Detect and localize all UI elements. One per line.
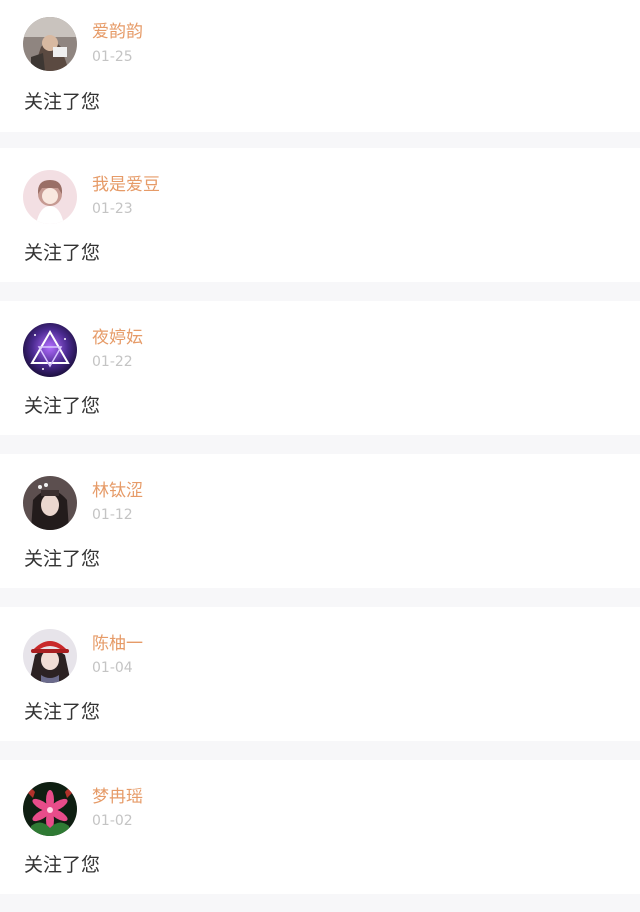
user-name[interactable]: 陈柚一 <box>92 633 143 655</box>
user-name[interactable]: 我是爱豆 <box>92 174 160 196</box>
notification-date: 01-12 <box>92 507 133 523</box>
notification-date: 01-04 <box>92 660 133 676</box>
user-avatar[interactable] <box>23 782 77 836</box>
notification-card[interactable]: 陈柚一 01-04 关注了您 <box>0 607 640 741</box>
notification-card[interactable]: 梦冉瑶 01-02 关注了您 <box>0 760 640 894</box>
notification-date: 01-23 <box>92 201 133 217</box>
notification-message: 关注了您 <box>24 242 101 264</box>
notification-date: 01-02 <box>92 813 133 829</box>
avatar-galaxy-triangle-icon <box>23 323 77 377</box>
avatar-girl-red-hat-icon <box>23 629 77 683</box>
avatar-anime-girl-pink-icon <box>23 170 77 224</box>
notification-message: 关注了您 <box>24 854 101 876</box>
notification-message: 关注了您 <box>24 395 101 417</box>
avatar-photo-girl-icon <box>23 17 77 71</box>
follow-notification-list: 爱韵韵 01-25 关注了您 我是爱豆 01-23 关注了您 夜婷妘 01-22… <box>0 0 640 894</box>
notification-card[interactable]: 爱韵韵 01-25 关注了您 <box>0 0 640 132</box>
notification-date: 01-22 <box>92 354 133 370</box>
notification-message: 关注了您 <box>24 548 101 570</box>
user-avatar[interactable] <box>23 17 77 71</box>
notification-message: 关注了您 <box>24 701 101 723</box>
notification-card[interactable]: 林钛涩 01-12 关注了您 <box>0 454 640 588</box>
user-name[interactable]: 梦冉瑶 <box>92 786 143 808</box>
user-avatar[interactable] <box>23 476 77 530</box>
avatar-pink-lily-icon <box>23 782 77 836</box>
user-avatar[interactable] <box>23 323 77 377</box>
user-name[interactable]: 林钛涩 <box>92 480 143 502</box>
notification-date: 01-25 <box>92 49 133 65</box>
user-avatar[interactable] <box>23 170 77 224</box>
user-name[interactable]: 爱韵韵 <box>92 21 143 43</box>
notification-card[interactable]: 我是爱豆 01-23 关注了您 <box>0 148 640 282</box>
user-name[interactable]: 夜婷妘 <box>92 327 143 349</box>
avatar-photo-girl-dark-icon <box>23 476 77 530</box>
notification-message: 关注了您 <box>24 91 101 113</box>
user-avatar[interactable] <box>23 629 77 683</box>
notification-card[interactable]: 夜婷妘 01-22 关注了您 <box>0 301 640 435</box>
